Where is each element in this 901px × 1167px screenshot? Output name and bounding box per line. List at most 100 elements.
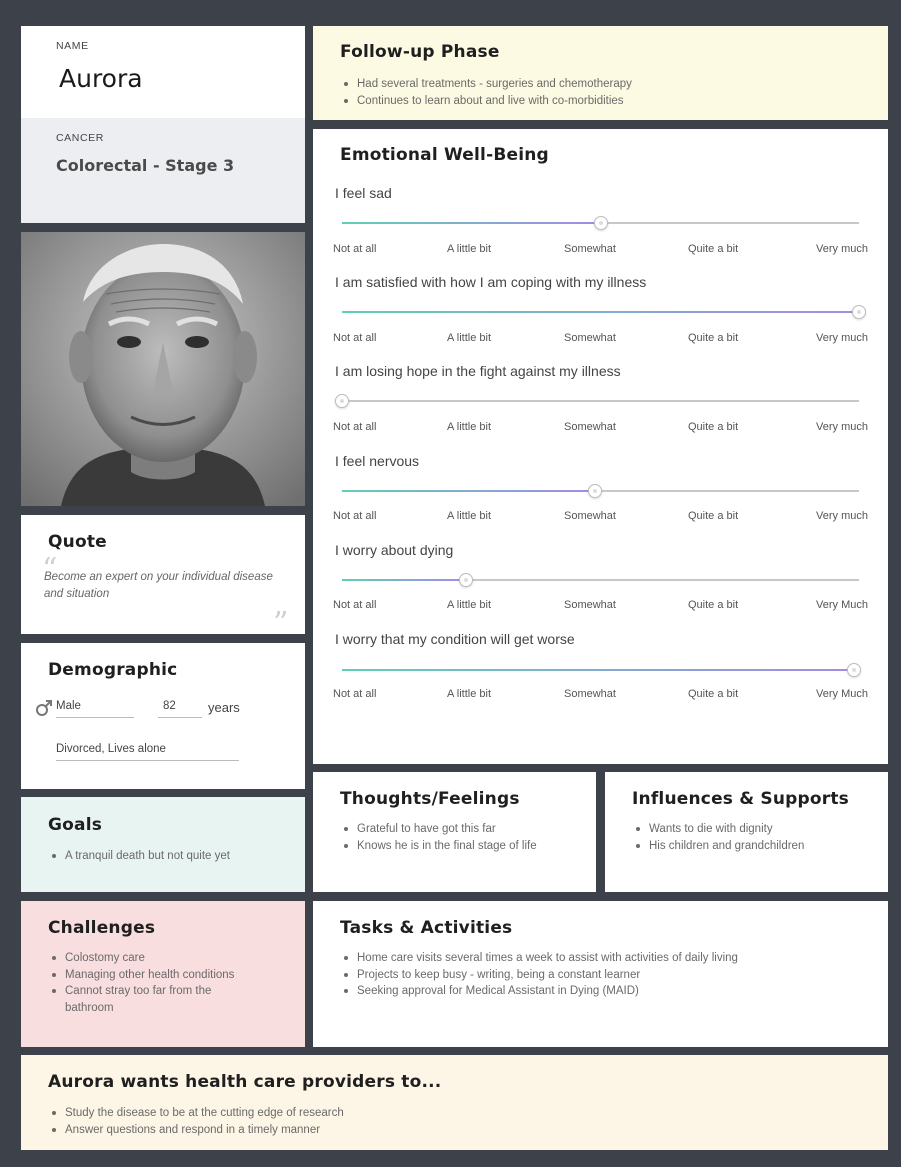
- living-situation-field: Divorced, Lives alone: [56, 743, 239, 761]
- scale-labels: Not at all A little bit Somewhat Quite a…: [333, 599, 868, 613]
- scale-labels: Not at all A little bit Somewhat Quite a…: [333, 243, 868, 257]
- list-item: Projects to keep busy - writing, being a…: [340, 967, 870, 984]
- slider-thumb[interactable]: [588, 484, 602, 498]
- followup-card: Follow-up Phase Had several treatments -…: [313, 26, 888, 120]
- scale-label: Very much: [816, 421, 868, 433]
- slider-thumb[interactable]: [459, 573, 473, 587]
- list-item: Had several treatments - surgeries and c…: [340, 76, 860, 93]
- list-item: His children and grandchildren: [632, 838, 872, 855]
- scale-label: Somewhat: [564, 510, 616, 522]
- persona-photo: [21, 232, 305, 506]
- list-item: Knows he is in the final stage of life: [340, 838, 580, 855]
- scale-label: Somewhat: [564, 599, 616, 611]
- slider-fill: [342, 579, 466, 581]
- scale-label: Quite a bit: [688, 688, 739, 700]
- cancer-label: CANCER: [56, 132, 104, 144]
- thoughts-title: Thoughts/Feelings: [340, 789, 520, 809]
- scale-label: Very Much: [816, 599, 868, 611]
- slider-fill: [342, 669, 854, 671]
- age-unit-label: years: [208, 700, 240, 715]
- scale-labels: Not at all A little bit Somewhat Quite a…: [333, 510, 868, 524]
- list-item: Study the disease to be at the cutting e…: [48, 1105, 848, 1122]
- list-item: Continues to learn about and live with c…: [340, 93, 860, 110]
- rating-slider[interactable]: [342, 216, 859, 230]
- slider-question: I am losing hope in the fight against my…: [335, 363, 621, 379]
- demographic-card: Demographic Male 82 years Divorced, Live…: [21, 643, 305, 789]
- age-field: 82: [158, 700, 202, 718]
- scale-label: A little bit: [447, 332, 492, 344]
- scale-label: Very Much: [816, 688, 868, 700]
- list-item: Colostomy care: [48, 950, 248, 967]
- scale-label: Very much: [816, 510, 868, 522]
- list-item: Cannot stray too far from the bathroom: [48, 983, 248, 1016]
- cancer-type: Colorectal - Stage 3: [56, 156, 235, 175]
- scale-labels: Not at all A little bit Somewhat Quite a…: [333, 688, 868, 702]
- rating-slider[interactable]: [342, 573, 859, 587]
- slider-question: I feel nervous: [335, 453, 420, 469]
- slider-thumb[interactable]: [847, 663, 861, 677]
- slider-fill: [342, 222, 601, 224]
- name-card: NAME Aurora: [21, 26, 305, 118]
- scale-label: Not at all: [333, 332, 377, 344]
- slider-thumb[interactable]: [852, 305, 866, 319]
- list-item: A tranquil death but not quite yet: [48, 848, 288, 865]
- scale-label: Quite a bit: [688, 332, 739, 344]
- emotional-wellbeing-card: Emotional Well-Being I feel sad Not at a…: [313, 129, 888, 764]
- list-item: Home care visits several times a week to…: [340, 950, 870, 967]
- slider-thumb[interactable]: [335, 394, 349, 408]
- scale-label: Not at all: [333, 421, 377, 433]
- challenges-card: Challenges Colostomy care Managing other…: [21, 901, 305, 1047]
- slider-thumb[interactable]: [594, 216, 608, 230]
- quote-card: Quote “ Become an expert on your individ…: [21, 515, 305, 639]
- rating-slider[interactable]: [342, 305, 866, 319]
- scale-labels: Not at all A little bit Somewhat Quite a…: [333, 421, 868, 435]
- list-item: Grateful to have got this far: [340, 821, 580, 838]
- goals-list: A tranquil death but not quite yet: [48, 848, 288, 865]
- portrait-image: [21, 232, 305, 506]
- slider-question: I am satisfied with how I am coping with…: [335, 274, 647, 290]
- influences-title: Influences & Supports: [632, 789, 849, 809]
- tasks-list: Home care visits several times a week to…: [340, 950, 870, 1000]
- goals-title: Goals: [48, 815, 103, 835]
- slider-question: I worry about dying: [335, 542, 454, 558]
- challenges-list: Colostomy care Managing other health con…: [48, 950, 248, 1016]
- gender-field: Male: [56, 700, 134, 718]
- persona-name: Aurora: [59, 64, 143, 93]
- slider-fill: [342, 311, 859, 313]
- rating-slider[interactable]: [342, 663, 861, 677]
- list-item: Managing other health conditions: [48, 967, 248, 984]
- scale-label: Not at all: [333, 510, 377, 522]
- wants-list: Study the disease to be at the cutting e…: [48, 1105, 848, 1138]
- demographic-title: Demographic: [48, 660, 178, 680]
- male-symbol-icon: [36, 700, 52, 716]
- slider-fill: [342, 490, 595, 492]
- scale-label: A little bit: [447, 421, 492, 433]
- thoughts-feelings-card: Thoughts/Feelings Grateful to have got t…: [313, 772, 596, 892]
- name-label: NAME: [56, 40, 89, 52]
- scale-label: Somewhat: [564, 688, 616, 700]
- provider-wants-card: Aurora wants health care providers to...…: [21, 1055, 888, 1150]
- scale-label: Quite a bit: [688, 510, 739, 522]
- scale-label: Quite a bit: [688, 599, 739, 611]
- scale-label: Somewhat: [564, 421, 616, 433]
- goals-card: Goals A tranquil death but not quite yet: [21, 797, 305, 892]
- slider-question: I worry that my condition will get worse: [335, 631, 575, 647]
- scale-labels: Not at all A little bit Somewhat Quite a…: [333, 332, 868, 346]
- thoughts-list: Grateful to have got this far Knows he i…: [340, 821, 580, 854]
- rating-slider[interactable]: [342, 484, 859, 498]
- rating-slider[interactable]: [335, 394, 859, 408]
- scale-label: Not at all: [333, 243, 377, 255]
- wellbeing-title: Emotional Well-Being: [340, 145, 549, 165]
- influences-supports-card: Influences & Supports Wants to die with …: [605, 772, 888, 892]
- close-quote-icon: ”: [273, 606, 289, 641]
- scale-label: Not at all: [333, 599, 377, 611]
- scale-label: Not at all: [333, 688, 377, 700]
- quote-text: Become an expert on your individual dise…: [44, 571, 273, 600]
- followup-title: Follow-up Phase: [340, 42, 500, 62]
- list-item: Seeking approval for Medical Assistant i…: [340, 983, 870, 1000]
- list-item: Wants to die with dignity: [632, 821, 872, 838]
- challenges-title: Challenges: [48, 918, 156, 938]
- quote-title: Quote: [48, 532, 107, 552]
- tasks-title: Tasks & Activities: [340, 918, 513, 938]
- scale-label: Quite a bit: [688, 421, 739, 433]
